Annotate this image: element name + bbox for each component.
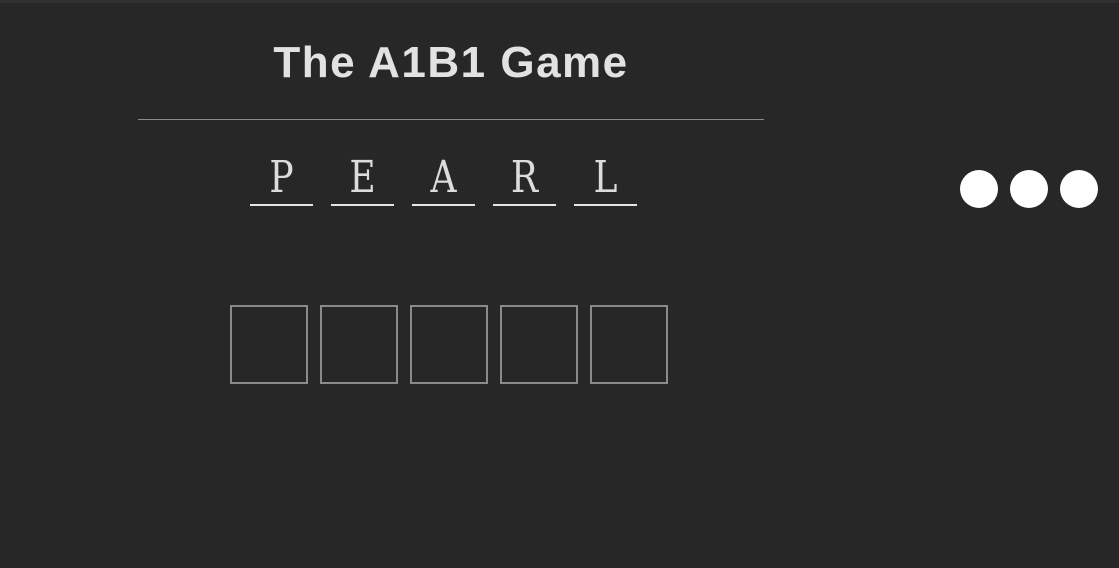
word-letter: E — [349, 152, 376, 203]
menu-dot — [960, 170, 998, 208]
word-letter-slot: P — [250, 151, 313, 206]
guess-letter-input[interactable] — [590, 305, 668, 384]
guess-letter-input[interactable] — [230, 305, 308, 384]
word-letter: A — [430, 152, 457, 203]
menu-dot — [1010, 170, 1048, 208]
word-letter-slot: E — [331, 151, 394, 206]
guess-letter-input[interactable] — [410, 305, 488, 384]
word-letter-slot: A — [412, 151, 475, 206]
word-letter-slot: R — [493, 151, 556, 206]
guess-input-row — [230, 305, 668, 384]
guess-letter-input[interactable] — [320, 305, 398, 384]
game-title: The A1B1 Game — [273, 38, 629, 87]
target-word: P E A R L — [250, 151, 637, 206]
more-dots-icon[interactable] — [960, 170, 1098, 208]
guess-letter-input[interactable] — [500, 305, 578, 384]
menu-dot — [1060, 170, 1098, 208]
game-page: The A1B1 Game P E A R L — [0, 0, 1119, 568]
title-divider — [138, 119, 764, 120]
word-letter: R — [510, 152, 539, 203]
word-letter-slot: L — [574, 151, 637, 206]
word-letter: L — [593, 152, 618, 203]
word-letter: P — [269, 152, 294, 203]
